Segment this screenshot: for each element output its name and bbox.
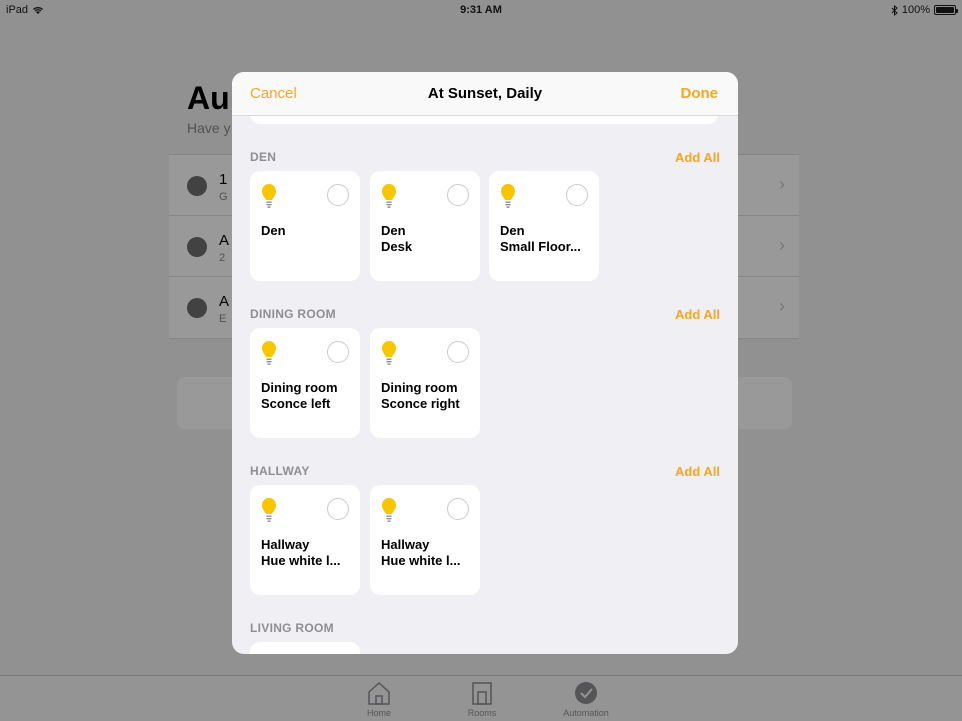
accessory-tile[interactable]: Den Desk xyxy=(370,171,480,281)
accessory-tile[interactable]: Dining room Sconce right xyxy=(370,328,480,438)
accessory-name: Dining room Sconce left xyxy=(261,380,353,412)
section-title: HALLWAY xyxy=(250,464,310,478)
accessory-device-label: Small Floor... xyxy=(500,239,581,254)
section-header-dining-room: DINING ROOM Add All xyxy=(250,307,720,325)
accessory-device-label: Hue white l... xyxy=(261,553,341,568)
accessory-name: Hallway Hue white l... xyxy=(381,537,473,569)
accessory-name: Den Desk xyxy=(381,223,473,255)
section-header-hallway: HALLWAY Add All xyxy=(250,464,720,482)
lightbulb-icon xyxy=(262,498,276,522)
accessory-tile[interactable]: Dining room Sconce left xyxy=(250,328,360,438)
bluetooth-icon xyxy=(891,4,898,16)
section-title: LIVING ROOM xyxy=(250,621,334,635)
add-all-button[interactable]: Add All xyxy=(675,464,720,479)
select-circle[interactable] xyxy=(327,341,349,363)
accessory-room-label: Hallway xyxy=(381,537,430,552)
select-circle[interactable] xyxy=(447,341,469,363)
section-title: DINING ROOM xyxy=(250,307,336,321)
lightbulb-icon xyxy=(501,184,515,208)
lightbulb-icon xyxy=(262,184,276,208)
lightbulb-icon xyxy=(382,498,396,522)
select-circle[interactable] xyxy=(447,498,469,520)
accessory-room-label: Den xyxy=(381,223,406,238)
accessory-room-label: Dining room xyxy=(381,380,458,395)
select-circle[interactable] xyxy=(327,184,349,206)
accessory-name: Hallway Hue white l... xyxy=(261,537,353,569)
select-circle[interactable] xyxy=(447,184,469,206)
section-header-den: DEN Add All xyxy=(250,150,720,168)
accessory-name: Dining room Sconce right xyxy=(381,380,473,412)
accessory-tile[interactable]: Den Small Floor... xyxy=(489,171,599,281)
section-title: DEN xyxy=(250,150,277,164)
accessory-tile[interactable]: Hallway Hue white l... xyxy=(250,485,360,595)
modal-header: Cancel At Sunset, Daily Done xyxy=(232,72,738,116)
accessory-device-label: Sconce right xyxy=(381,396,460,411)
scene-accessory-picker-modal: Cancel At Sunset, Daily Done DEN Add All… xyxy=(232,72,738,654)
modal-title: At Sunset, Daily xyxy=(427,85,543,102)
section-header-living-room: LIVING ROOM xyxy=(250,621,720,639)
accessory-device-label: Hue white l... xyxy=(381,553,461,568)
battery-icon xyxy=(934,5,958,15)
accessory-name: Den xyxy=(261,223,353,239)
accessory-room-label: Den xyxy=(261,223,286,238)
accessory-room-label: Hallway xyxy=(261,537,310,552)
accessory-room-label: Dining room xyxy=(261,380,338,395)
status-bar: iPad 9:31 AM 100% xyxy=(0,0,962,20)
add-all-button[interactable]: Add All xyxy=(675,307,720,322)
battery-percent: 100% xyxy=(901,4,930,16)
accessory-device-label: Desk xyxy=(381,239,413,254)
select-circle[interactable] xyxy=(566,184,588,206)
lightbulb-icon xyxy=(262,341,276,365)
select-circle[interactable] xyxy=(327,498,349,520)
status-time: 9:31 AM xyxy=(460,4,502,16)
add-all-button[interactable]: Add All xyxy=(675,150,720,165)
accessory-name: Den Small Floor... xyxy=(500,223,592,255)
lightbulb-icon xyxy=(382,341,396,365)
accessory-tile[interactable]: Hallway Hue white l... xyxy=(370,485,480,595)
done-button[interactable]: Done xyxy=(681,85,719,102)
accessory-tile[interactable]: Den xyxy=(250,171,360,281)
accessory-room-label: Den xyxy=(500,223,525,238)
accessory-device-label: Sconce left xyxy=(261,396,331,411)
status-right: 100% xyxy=(891,4,958,16)
accessory-tile-partial[interactable] xyxy=(250,642,360,654)
lightbulb-icon xyxy=(382,184,396,208)
